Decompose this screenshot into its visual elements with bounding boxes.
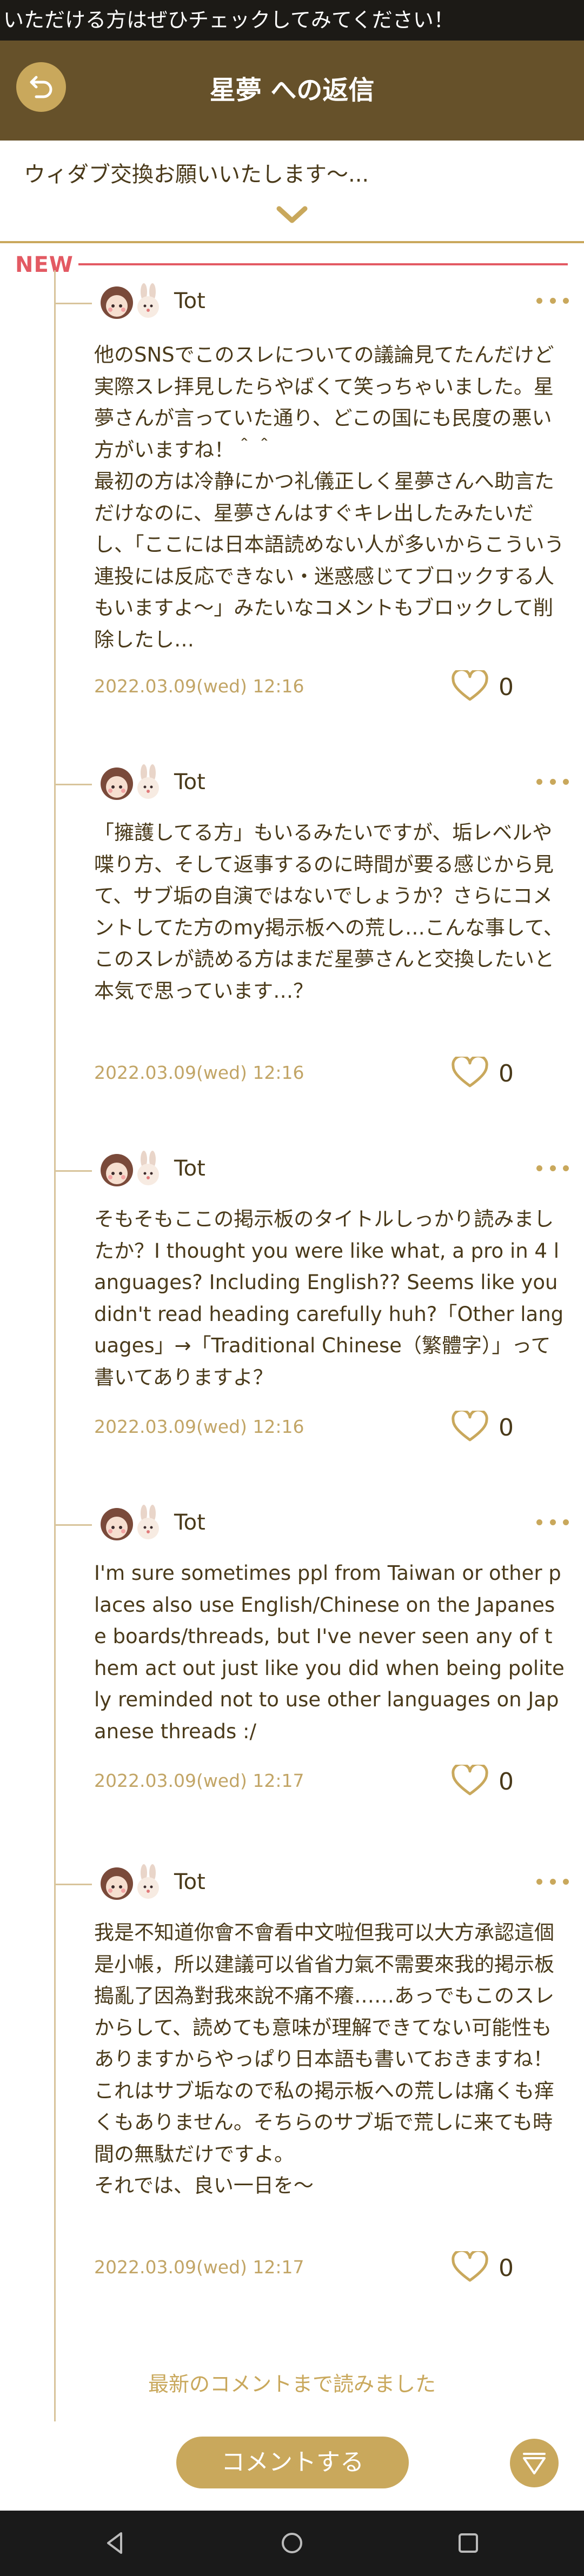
more-icon [536,297,542,304]
heart-icon[interactable] [451,670,489,703]
nav-back-icon[interactable] [98,2526,133,2560]
thread-branch [54,1524,92,1526]
comment-timestamp: 2022.03.09(wed) 12:16 [94,1416,304,1437]
more-icon [536,1519,542,1525]
like-count: 0 [499,1060,514,1087]
top-ticker: いただける方はぜひチェックしてみてください！ [0,0,584,41]
comment-text: 我是不知道你會不會看中文啦但我可以大方承認這個是小帳，所以建議可以省省力氣不需要… [94,1921,554,2197]
thread-branch [54,1170,92,1172]
comment-button[interactable]: コメントする [176,2437,409,2488]
comment-timestamp: 2022.03.09(wed) 12:16 [94,1062,304,1083]
comment-username[interactable]: Tot [174,1156,205,1181]
comment-text: I'm sure sometimes ppl from Taiwan or ot… [94,1561,565,1743]
thread-branch [54,784,92,785]
scroll-down-icon [523,2453,546,2474]
scroll-to-bottom-button[interactable] [510,2439,559,2487]
comment-timestamp: 2022.03.09(wed) 12:16 [94,676,304,697]
comment-timestamp: 2022.03.09(wed) 12:17 [94,1770,304,1791]
page-title: 星夢 への返信 [209,75,375,105]
avatar[interactable] [95,1501,168,1547]
comment-username[interactable]: Tot [174,1510,205,1535]
heart-icon[interactable] [451,2251,489,2284]
comment-username[interactable]: Tot [174,770,205,795]
more-icon [536,1165,542,1171]
comment-timestamp: 2022.03.09(wed) 12:17 [94,2257,304,2278]
thread-line [54,270,56,2421]
like-count: 0 [499,2254,514,2282]
back-arrow-icon [30,76,52,98]
like-count: 0 [499,673,514,701]
nav-home-icon[interactable] [275,2526,309,2560]
heart-icon[interactable] [451,1411,489,1443]
thread-branch [54,303,92,304]
thread-branch [54,1884,92,1885]
avatar[interactable] [95,280,168,325]
comment-text: 「擁護してる方」もいるみたいですが、垢レベルや喋り方、そして返事するのに時間が要… [94,821,563,1003]
read-all-notice: 最新のコメントまで読みました [148,2372,436,2396]
nav-recents-icon[interactable] [451,2526,486,2560]
chevron-down-icon[interactable] [276,205,308,227]
more-options-button[interactable] [536,294,569,307]
like-count: 0 [499,1414,514,1442]
new-label: NEW [15,252,74,277]
heart-icon[interactable] [451,1057,489,1089]
back-button[interactable] [16,62,66,112]
like-count: 0 [499,1768,514,1796]
avatar[interactable] [95,1861,168,1906]
heart-icon[interactable] [451,1765,489,1797]
avatar[interactable] [95,761,168,806]
comment-text: 他のSNSでこのスレについての議論見てたんだけど実際スレ拝見したらやばくて笑っち… [94,343,565,651]
more-options-button[interactable] [536,775,569,788]
system-nav-bar [0,2511,584,2576]
more-options-button[interactable] [536,1162,569,1174]
original-post-text: ウィダブ交換お願いいたします〜... [24,162,369,187]
more-icon [536,1878,542,1885]
more-options-button[interactable] [536,1516,569,1529]
original-post[interactable]: ウィダブ交換お願いいたします〜... [0,141,584,243]
avatar[interactable] [95,1147,168,1193]
new-divider [78,263,568,265]
comment-username[interactable]: Tot [174,289,205,313]
comment-username[interactable]: Tot [174,1870,205,1894]
comment-text: そもそもここの掲示板のタイトルしっかり読みましたか？I thought you … [94,1207,565,1389]
more-options-button[interactable] [536,1875,569,1888]
more-icon [536,778,542,785]
app-header: 星夢 への返信 [0,41,584,141]
